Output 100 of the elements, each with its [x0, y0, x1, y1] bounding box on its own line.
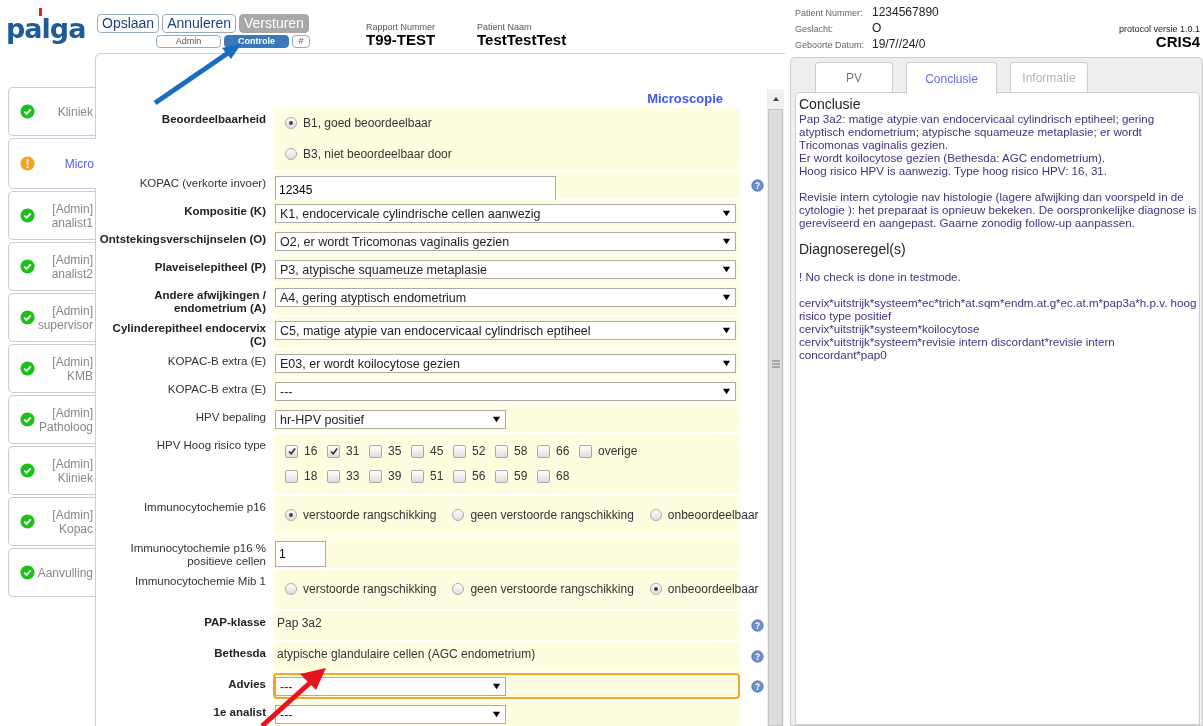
mode-tab[interactable]: Admin	[156, 35, 221, 48]
checkbox[interactable]	[495, 444, 508, 458]
radio-button[interactable]	[285, 148, 297, 160]
sidebar-tab[interactable]: [Admin] supervisor	[8, 293, 95, 342]
checkbox[interactable]	[369, 444, 382, 458]
help-icon[interactable]	[750, 178, 764, 192]
help-icon[interactable]	[750, 619, 764, 632]
field-label: Beoordeelbaarheid	[160, 112, 266, 127]
checkbox[interactable]	[327, 469, 340, 483]
dropdown[interactable]: P3, atypische squameuze metaplasie	[275, 260, 736, 279]
checkbox[interactable]	[537, 444, 550, 458]
tab[interactable]: Conclusie	[906, 62, 997, 94]
dropdown[interactable]: A4, gering atyptisch endometrium	[275, 288, 736, 307]
field-label: PAP-klasse	[203, 615, 266, 630]
checkbox[interactable]	[285, 469, 298, 483]
section-title: Microscopie	[647, 92, 723, 106]
field-label: Immunocytochemie Mib 1	[133, 574, 266, 589]
sidebar-tab[interactable]: [Admin] analist2	[8, 242, 95, 291]
sidebar-tab[interactable]: [Admin] analist1	[8, 191, 95, 240]
field-caption: Geslacht:	[795, 24, 835, 34]
tab-label: Kliniek	[56, 104, 93, 119]
field-label: Plaveiselepitheel (P)	[153, 260, 266, 275]
sidebar-tab[interactable]: Kliniek	[8, 87, 95, 136]
text-line: ! No check is done in testmode.	[799, 270, 962, 283]
sidebar-tab[interactable]: Aanvulling	[8, 548, 95, 597]
caret-icon	[492, 710, 501, 719]
mode-tab[interactable]: #	[292, 35, 310, 48]
field-value: atypische glandulaire cellen (AGC endometrium)	[276, 647, 536, 661]
radio-button[interactable]	[285, 509, 297, 521]
caret-icon	[492, 415, 501, 424]
sidebar-tab[interactable]: [Admin] Kopac	[8, 497, 95, 546]
sidebar-tab[interactable]: Micro	[8, 138, 96, 189]
field-caption: Patient Naam	[477, 22, 533, 32]
field-caption: Patient Nummer:	[795, 8, 864, 18]
option-label: 66	[556, 444, 570, 458]
field-label: Kompositie (K)	[183, 204, 266, 219]
tab-label: Aanvulling	[36, 565, 93, 580]
field-label: HPV Hoog risico type	[155, 438, 266, 453]
field-label: Ontstekingsverschijnselen (O)	[98, 232, 266, 247]
field-value: Pap 3a2	[276, 616, 322, 630]
option-label: 59	[514, 469, 528, 483]
field-value: TestTestTest	[477, 32, 567, 48]
checkbox[interactable]	[285, 444, 298, 458]
help-icon[interactable]	[750, 650, 764, 663]
radio-button[interactable]	[649, 509, 662, 521]
option-label: 35	[388, 444, 402, 458]
checkbox[interactable]	[411, 469, 424, 483]
checkbox[interactable]	[537, 469, 550, 483]
checkbox[interactable]	[411, 444, 424, 458]
checkbox[interactable]	[453, 444, 466, 458]
sidebar-tab[interactable]: [Admin] KMB	[8, 344, 95, 393]
caret-icon	[722, 387, 731, 396]
section-heading: Diagnoseregel(s)	[799, 242, 907, 257]
checkbox[interactable]	[579, 444, 592, 458]
radio-button[interactable]	[649, 583, 662, 595]
checkbox[interactable]	[495, 469, 508, 483]
text-line: cervix*uitstrijk*systeem*revisie intern discordant*revisie intern concordant*pap0	[799, 335, 1116, 361]
tab-label: [Admin] Kopac	[51, 507, 93, 536]
checkbox[interactable]	[327, 444, 340, 458]
option-label: 52	[472, 444, 486, 458]
tab[interactable]: PV	[815, 62, 893, 92]
option-label: 33	[346, 469, 360, 483]
text-line: Revisie intern cytologie nav histologie (lagere afwijking dan voorspeld in de cytologie ): het preparaat is opnieuw bekeken. De oorspronkelijke diagnose is gereviseerd en aangepast. Gaarne zonodig follow-up aanpassen.	[799, 190, 1197, 229]
dropdown[interactable]: C5, matige atypie van endocervicaal cylindrisch eptiheel	[275, 321, 736, 340]
field-label: Advies	[227, 677, 266, 692]
radio-button[interactable]	[285, 117, 297, 129]
dropdown[interactable]: ---	[275, 677, 506, 696]
tab-label: [Admin] KMB	[51, 354, 93, 383]
sidebar-tab[interactable]: [Admin] Patholoog	[8, 395, 95, 444]
mode-tab[interactable]: Controle	[224, 35, 289, 48]
option-label: 39	[388, 469, 402, 483]
toolbar-button[interactable]: Opslaan	[97, 14, 160, 33]
dropdown[interactable]: ---	[275, 705, 506, 724]
checkbox[interactable]	[453, 469, 466, 483]
radio-button[interactable]	[452, 583, 465, 595]
sidebar-tab[interactable]: [Admin] Kliniek	[8, 446, 95, 495]
text-line: Er wordt koilocytose gezien (Bethesda: AGC endometrium).	[799, 151, 1107, 164]
option-label: geen verstoorde rangschikking	[470, 582, 634, 596]
help-icon[interactable]	[750, 679, 764, 693]
radio-button[interactable]	[285, 583, 297, 595]
dropdown[interactable]: hr-HPV positief	[275, 410, 506, 429]
field-value: 19/7//24/0	[872, 37, 927, 51]
caret-icon	[722, 359, 731, 368]
dropdown[interactable]: ---	[275, 382, 736, 401]
dropdown[interactable]: K1, endocervicale cylindrische cellen aanwezig	[275, 204, 736, 223]
field-label: Andere afwijkingen / endometrium (A)	[153, 288, 266, 315]
field-label: Cylinderepitheel endocervix (C)	[111, 321, 266, 348]
section-heading: Conclusie	[799, 97, 862, 112]
field-label: HPV bepaling	[194, 410, 266, 425]
tick-icon	[328, 446, 339, 456]
radio-button[interactable]	[452, 509, 465, 521]
input-field[interactable]: 12345	[275, 176, 556, 203]
checkbox[interactable]	[369, 469, 382, 483]
toolbar-button[interactable]: Annuleren	[162, 14, 236, 33]
input-field[interactable]: 1	[275, 541, 326, 567]
logo: palga	[6, 7, 92, 49]
option-label: 31	[346, 444, 360, 458]
dropdown[interactable]: O2, er wordt Tricomonas vaginalis gezien	[275, 232, 736, 251]
dropdown[interactable]: E03, er wordt koilocytose gezien	[275, 354, 736, 373]
field-value: T99-TEST	[366, 32, 437, 48]
